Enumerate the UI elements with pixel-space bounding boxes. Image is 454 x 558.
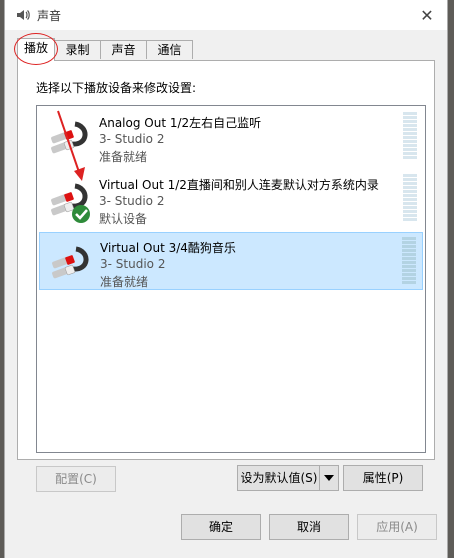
device-status: 准备就绪 xyxy=(100,275,149,289)
device-sub: 3- Studio 2 xyxy=(100,257,166,271)
close-icon: ✕ xyxy=(420,5,434,25)
ok-button[interactable]: 确定 xyxy=(181,514,261,540)
device-status: 默认设备 xyxy=(99,212,148,226)
window-title: 声音 xyxy=(37,9,62,23)
tab-communications[interactable]: 通信 xyxy=(146,40,193,59)
title-bar[interactable]: 声音 ✕ xyxy=(5,0,447,30)
tab-sounds[interactable]: 声音 xyxy=(100,40,147,59)
speaker-icon xyxy=(17,10,30,20)
tab-playback-label: 播放 xyxy=(23,41,48,55)
tab-recording-label: 录制 xyxy=(65,43,90,57)
device-name: Virtual Out 3/4酷狗音乐 xyxy=(100,241,236,255)
set-default-button[interactable]: 设为默认值(S) xyxy=(237,465,339,491)
volume-meter xyxy=(403,174,417,224)
volume-meter xyxy=(403,112,417,162)
apply-button[interactable]: 应用(A) xyxy=(357,514,437,540)
instruction-text: 选择以下播放设备来修改设置: xyxy=(36,81,197,95)
volume-meter xyxy=(402,237,416,287)
rca-cable-icon xyxy=(52,246,89,279)
set-default-label: 设为默认值(S) xyxy=(240,471,318,485)
device-sub: 3- Studio 2 xyxy=(99,132,165,146)
tab-communications-label: 通信 xyxy=(157,43,182,57)
device-status: 准备就绪 xyxy=(99,150,148,164)
close-button[interactable]: ✕ xyxy=(407,0,447,30)
device-name: Virtual Out 1/2直播间和别人连麦默认对方系统内录 xyxy=(99,178,379,192)
rca-cable-icon xyxy=(51,183,90,223)
configure-button[interactable]: 配置(C) xyxy=(36,466,116,492)
properties-button[interactable]: 属性(P) xyxy=(343,465,423,491)
tab-recording[interactable]: 录制 xyxy=(54,40,101,59)
device-name: Analog Out 1/2左右自己监听 xyxy=(99,116,262,130)
device-sub: 3- Studio 2 xyxy=(99,194,165,208)
playback-panel: 选择以下播放设备来修改设置: Analog Out 1/2左右自己监听 3- S… xyxy=(17,60,435,492)
cancel-button[interactable]: 取消 xyxy=(269,514,349,540)
device-list[interactable]: Analog Out 1/2左右自己监听 3- Studio 2 准备就绪 Vi… xyxy=(36,105,426,453)
tab-sounds-label: 声音 xyxy=(111,43,136,57)
set-default-dropdown[interactable] xyxy=(319,466,338,490)
rca-cable-icon xyxy=(51,121,88,154)
tab-playback[interactable]: 播放 xyxy=(14,33,58,65)
chevron-down-icon xyxy=(324,475,334,481)
sound-dialog: 声音 ✕ 播放 录制 声音 通信 选择以下播放设备来修改设置: Analog O… xyxy=(4,0,448,558)
device-item[interactable]: Analog Out 1/2左右自己监听 3- Studio 2 准备就绪 xyxy=(39,108,423,166)
default-check-icon xyxy=(72,205,90,223)
device-item-selected[interactable]: Virtual Out 3/4酷狗音乐 3- Studio 2 准备就绪 xyxy=(39,232,423,290)
device-item[interactable]: Virtual Out 1/2直播间和别人连麦默认对方系统内录 3- Studi… xyxy=(39,170,423,228)
